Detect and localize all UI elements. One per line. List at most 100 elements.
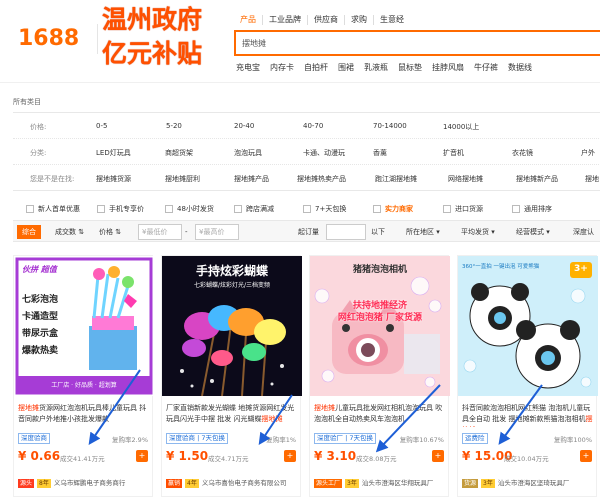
- title-highlight: 摆地摊: [18, 404, 39, 412]
- tab-industrial-brand[interactable]: 工业品牌: [263, 15, 308, 25]
- hot-word[interactable]: 围裙: [338, 62, 354, 73]
- option-import-source[interactable]: 进口货源: [443, 204, 483, 214]
- tab-purchase[interactable]: 求购: [345, 15, 374, 25]
- tab-product[interactable]: 产品: [234, 15, 263, 25]
- option-general-sort[interactable]: 通用排序: [512, 204, 552, 214]
- tab-supplier[interactable]: 供应商: [308, 15, 345, 25]
- hot-word[interactable]: 充电宝: [236, 62, 260, 73]
- category-option[interactable]: LED灯玩具: [96, 148, 131, 158]
- suggestion-option[interactable]: 摆地摊产品: [234, 174, 269, 184]
- category-option[interactable]: 户外: [581, 148, 595, 158]
- product-title[interactable]: 摆地摊儿童玩具批发网红相机泡泡玩具 吹泡泡机全自动热卖风车泡泡机: [314, 403, 448, 427]
- tab-business-tips[interactable]: 生意经: [374, 15, 410, 25]
- location-dropdown[interactable]: 所在地区 ▾: [406, 225, 440, 239]
- price-max-input[interactable]: ¥最高价: [195, 224, 239, 240]
- hot-word[interactable]: 鼠标垫: [398, 62, 422, 73]
- hot-word[interactable]: 内存卡: [270, 62, 294, 73]
- option-label: 新人首单优惠: [38, 205, 80, 213]
- category-option[interactable]: 衣花镜: [512, 148, 533, 158]
- image-caption-list: 七彩泡泡 卡通造型 带尿示盒 爆款热卖: [22, 295, 59, 356]
- promo-banner[interactable]: 温州政府 亿元补贴: [102, 4, 226, 74]
- hot-word[interactable]: 牛仔裤: [474, 62, 498, 73]
- suggestion-option[interactable]: 网络摆地摊: [448, 174, 483, 184]
- price-range-option[interactable]: 5-20: [166, 122, 182, 130]
- product-image[interactable]: 伙拼 超值 七彩泡泡 卡通造型 带尿示盒 爆款热卖 工厂店 · 好品质 · 超划…: [14, 256, 154, 396]
- category-option[interactable]: 香薰: [373, 148, 387, 158]
- hot-word[interactable]: 乳液瓶: [364, 62, 388, 73]
- product-card[interactable]: 360°一直拍 一键出泡 可爱熊猫 3+ 抖音同款泡泡相机网红熊猫 泡泡机儿童玩…: [457, 255, 598, 497]
- product-title[interactable]: 摆地摊货源网红泡泡机玩具棒儿童玩具 抖音同款户外地推小孩批发爆款: [18, 403, 152, 427]
- deep-cert-filter[interactable]: 深度认: [573, 225, 594, 239]
- image-caption-footer: 工厂店 · 好品质 · 超划算: [51, 382, 117, 389]
- category-option[interactable]: 泡泡玩具: [234, 148, 262, 158]
- sort-price-tab[interactable]: 价格 ⇅: [99, 225, 121, 239]
- option-48h-ship[interactable]: 48小时发货: [165, 204, 214, 214]
- sort-sales-tab[interactable]: 成交数 ⇅: [55, 225, 84, 239]
- option-cross-store-discount[interactable]: 跨店满减: [234, 204, 274, 214]
- sort-comprehensive-tab[interactable]: 综合: [17, 225, 41, 239]
- product-title[interactable]: 厂家直销新款发光蝴蝶 地摊货源网红发光玩具闪光手中摆 批发 闪光蝴蝶摆地摊: [166, 403, 300, 427]
- suggestion-option[interactable]: 摆地摊新产品: [516, 174, 558, 184]
- category-option[interactable]: 卡通、动漫玩: [303, 148, 345, 158]
- option-strong-merchant[interactable]: 实力商家: [373, 204, 413, 214]
- sales-volume: 成交8.08万元: [356, 455, 397, 463]
- suggestion-option[interactable]: 摆地: [585, 174, 599, 184]
- price-range-option[interactable]: 20-40: [234, 122, 254, 130]
- price-range-option[interactable]: 40-70: [303, 122, 323, 130]
- shop-info[interactable]: 源头 8年 义乌市辉鹏电子商务商行: [18, 477, 152, 488]
- shop-info[interactable]: 源头工厂 3年 汕头市澄海区华翔玩具厂: [314, 477, 448, 488]
- cart-icon[interactable]: +: [136, 450, 148, 462]
- option-label: 实力商家: [385, 205, 413, 213]
- price-range-option[interactable]: 70-14000: [373, 122, 407, 130]
- avg-ship-dropdown[interactable]: 平均发货 ▾: [461, 225, 495, 239]
- hot-word[interactable]: 自拍杆: [304, 62, 328, 73]
- option-label: 手机专享价: [109, 205, 144, 213]
- hot-word[interactable]: 挂脖风扇: [432, 62, 464, 73]
- suggestion-option[interactable]: 跑江湖摆地摊: [375, 174, 417, 184]
- product-card[interactable]: 猪猪泡泡相机 扶持地推经济 网红泡泡猪 厂家货源 摆地摊儿童玩具批发网红相机泡泡…: [309, 255, 450, 497]
- dropdown-label: 经营模式: [516, 228, 544, 236]
- category-option[interactable]: 商超货架: [165, 148, 193, 158]
- certification-badge: 运费险: [462, 433, 488, 444]
- option-new-user[interactable]: 新人首单优惠: [26, 204, 80, 214]
- suggestion-option[interactable]: 摆地摊热卖产品: [297, 174, 346, 184]
- shop-info[interactable]: 赢销 4年 义乌市喜怡电子商务有限公司: [166, 477, 300, 488]
- product-card[interactable]: 手持炫彩蝴蝶 七彩蝴蝶/炫彩灯光/三档变频 厂家直销新款发光蝴蝶 地摊货源网红发…: [161, 255, 302, 497]
- filter-row-category: 分类: LED灯玩具 商超货架 泡泡玩具 卡通、动漫玩 香薰 扩音机 衣花镜 户…: [13, 139, 600, 165]
- product-image[interactable]: 360°一直拍 一键出泡 可爱熊猫 3+: [458, 256, 598, 396]
- logo-divider: [97, 24, 98, 54]
- pig-bubble-camera-image: [310, 256, 450, 396]
- source-badge: 赢销: [166, 479, 183, 488]
- promo-line-2: 亿元补贴: [102, 39, 203, 68]
- cart-icon[interactable]: +: [432, 450, 444, 462]
- breadcrumb[interactable]: 所有类目: [13, 97, 41, 107]
- header-divider: [0, 82, 600, 83]
- option-7day-exchange[interactable]: 7+天包换: [303, 204, 346, 214]
- cart-icon[interactable]: +: [284, 450, 296, 462]
- cart-icon[interactable]: +: [580, 450, 592, 462]
- site-logo[interactable]: 1688: [18, 26, 79, 51]
- certification-badge: 深度验商 | 7天包换: [166, 433, 228, 444]
- product-card[interactable]: 伙拼 超值 七彩泡泡 卡通造型 带尿示盒 爆款热卖 工厂店 · 好品质 · 超划…: [13, 255, 154, 497]
- moq-input[interactable]: [326, 224, 366, 240]
- product-image[interactable]: 猪猪泡泡相机 扶持地推经济 网红泡泡猪 厂家货源: [310, 256, 450, 396]
- price-min-input[interactable]: ¥最低价: [138, 224, 182, 240]
- category-option[interactable]: 扩音机: [443, 148, 464, 158]
- shop-info[interactable]: 货源 3年 汕头市澄海区坚琦玩具厂: [462, 477, 596, 488]
- product-grid: 伙拼 超值 七彩泡泡 卡通造型 带尿示盒 爆款热卖 工厂店 · 好品质 · 超划…: [13, 255, 600, 497]
- business-mode-dropdown[interactable]: 经营模式 ▾: [516, 225, 550, 239]
- suggestion-option[interactable]: 摆地摊货源: [96, 174, 131, 184]
- option-mobile-price[interactable]: 手机专享价: [97, 204, 144, 214]
- search-input[interactable]: 摆地摊: [234, 30, 600, 56]
- source-badge: 源头: [18, 479, 35, 488]
- suggestion-option[interactable]: 摆地摊厨利: [165, 174, 200, 184]
- product-image[interactable]: 手持炫彩蝴蝶 七彩蝴蝶/炫彩灯光/三档变频: [162, 256, 302, 396]
- product-title[interactable]: 抖音同款泡泡相机网红熊猫 泡泡机儿童玩具全自动 批发 摆地摊新款熊猫泡泡相机摆地…: [462, 403, 596, 427]
- sort-label: 成交数: [55, 228, 76, 236]
- hot-word[interactable]: 数据线: [508, 62, 532, 73]
- checkbox-icon: [303, 205, 311, 213]
- price-range-option[interactable]: 0-5: [96, 122, 107, 130]
- price-range-option[interactable]: 14000以上: [443, 122, 479, 132]
- years-badge: 8年: [37, 479, 51, 488]
- site-header: 1688 温州政府 亿元补贴 产品 工业品牌 供应商 求购 生意经 摆地摊 充电…: [0, 0, 600, 82]
